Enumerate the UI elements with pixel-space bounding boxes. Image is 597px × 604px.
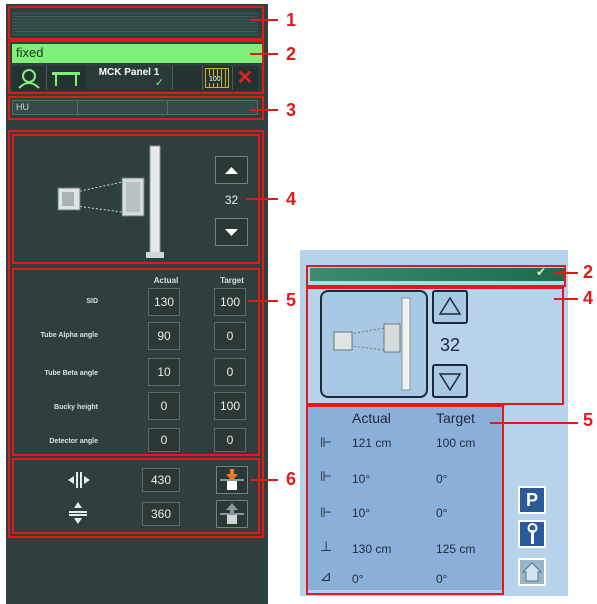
callout-line-4-right [554, 298, 578, 300]
callout-box-1 [8, 6, 264, 40]
callout-number-2: 2 [286, 44, 297, 64]
callout-number-4-right: 4 [583, 288, 594, 308]
park-button[interactable]: P [518, 486, 546, 514]
callout-line-3 [250, 109, 278, 111]
callout-number-5: 5 [286, 290, 297, 310]
callout-number-1: 1 [286, 10, 297, 30]
home-icon [521, 562, 543, 582]
callout-line-6 [250, 479, 278, 481]
callout-number-3: 3 [286, 100, 297, 120]
callout-number-6: 6 [286, 469, 297, 489]
callout-number-5-right: 5 [583, 410, 594, 430]
callout-box-5-right [306, 405, 504, 595]
callout-number-2-right: 2 [583, 262, 594, 282]
callout-box-2-right [306, 265, 566, 287]
callout-line-1 [250, 19, 278, 21]
callout-line-5-right [490, 422, 578, 424]
service-button[interactable] [518, 520, 546, 548]
callout-line-5 [248, 300, 278, 302]
callout-box-4-left [12, 134, 260, 264]
callout-box-4-right [306, 287, 564, 405]
home-button[interactable] [518, 558, 546, 586]
wrench-icon [527, 523, 538, 544]
callout-line-2-right [554, 272, 578, 274]
callout-box-6 [12, 458, 260, 534]
callout-line-2 [250, 53, 278, 55]
callout-box-2-left [8, 40, 264, 94]
callout-box-5-left [12, 268, 260, 456]
callout-box-3 [8, 96, 264, 120]
callout-number-4: 4 [286, 189, 297, 209]
callout-line-4 [246, 198, 278, 200]
